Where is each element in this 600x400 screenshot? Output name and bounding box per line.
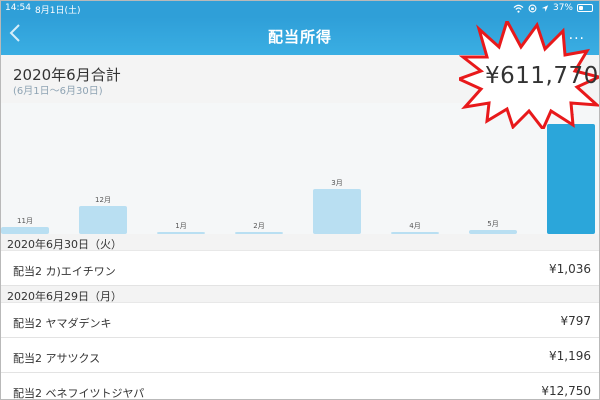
dividend-name: 配当2 カ)エイチワン bbox=[13, 265, 116, 278]
battery-level bbox=[579, 6, 584, 10]
section-date-header: 2020年6月29日（月） bbox=[1, 286, 599, 303]
chart-bar-5[interactable] bbox=[313, 189, 361, 234]
chart-month-label: 1月 bbox=[175, 222, 186, 230]
dividend-row[interactable]: 配当2 アサツクス ¥1,196 bbox=[1, 338, 599, 373]
chart-month-label: 11月 bbox=[17, 217, 33, 225]
dividend-name: 配当2 ヤマダデンキ bbox=[13, 317, 112, 330]
dividend-row[interactable]: 配当2 ヤマダデンキ ¥797 bbox=[1, 303, 599, 338]
summary-total: ¥611,770 bbox=[485, 63, 599, 89]
chart-bar-8[interactable] bbox=[547, 124, 595, 234]
chart-month-label: 12月 bbox=[95, 196, 111, 204]
dividend-amount: ¥797 bbox=[560, 314, 591, 328]
dividend-name: 配当2 アサツクス bbox=[13, 352, 101, 365]
wifi-icon bbox=[513, 4, 524, 13]
lock-rotation-icon bbox=[528, 4, 537, 12]
status-date: 8月1日(土) bbox=[35, 6, 81, 16]
status-bar: 14:54 8月1日(土) 37% bbox=[1, 1, 599, 17]
dividend-row[interactable]: 配当2 ベネフイツトジヤパ ¥12,750 bbox=[1, 373, 599, 400]
dividend-amount: ¥1,196 bbox=[549, 349, 591, 363]
dividend-amount: ¥1,036 bbox=[549, 262, 591, 276]
location-icon bbox=[541, 4, 549, 12]
chart-bar-1[interactable] bbox=[1, 227, 49, 234]
chart-month-label: 2月 bbox=[253, 222, 264, 230]
section-date-header: 2020年6月30日（火） bbox=[1, 234, 599, 251]
dividend-list: 2020年6月30日（火） 配当2 カ)エイチワン ¥1,036 2020年6月29日… bbox=[1, 234, 599, 400]
status-time: 14:54 bbox=[5, 3, 31, 13]
battery-percent: 37% bbox=[552, 3, 573, 13]
summary-range: (6月1日〜6月30日) bbox=[13, 86, 103, 97]
app-window: 14:54 8月1日(土) 37% 配当所得 ... 2020年6月合計 (6月… bbox=[0, 0, 600, 400]
chart-bar-2[interactable] bbox=[79, 206, 127, 234]
status-right: 37% bbox=[513, 3, 593, 13]
dividend-amount: ¥12,750 bbox=[541, 384, 591, 398]
chart-month-label: 5月 bbox=[487, 220, 498, 228]
chart-month-label: 3月 bbox=[331, 179, 342, 187]
dividend-row[interactable]: 配当2 カ)エイチワン ¥1,036 bbox=[1, 251, 599, 286]
chart-month-label: 4月 bbox=[409, 222, 420, 230]
dividend-name: 配当2 ベネフイツトジヤパ bbox=[13, 387, 145, 400]
battery-icon bbox=[577, 4, 593, 12]
